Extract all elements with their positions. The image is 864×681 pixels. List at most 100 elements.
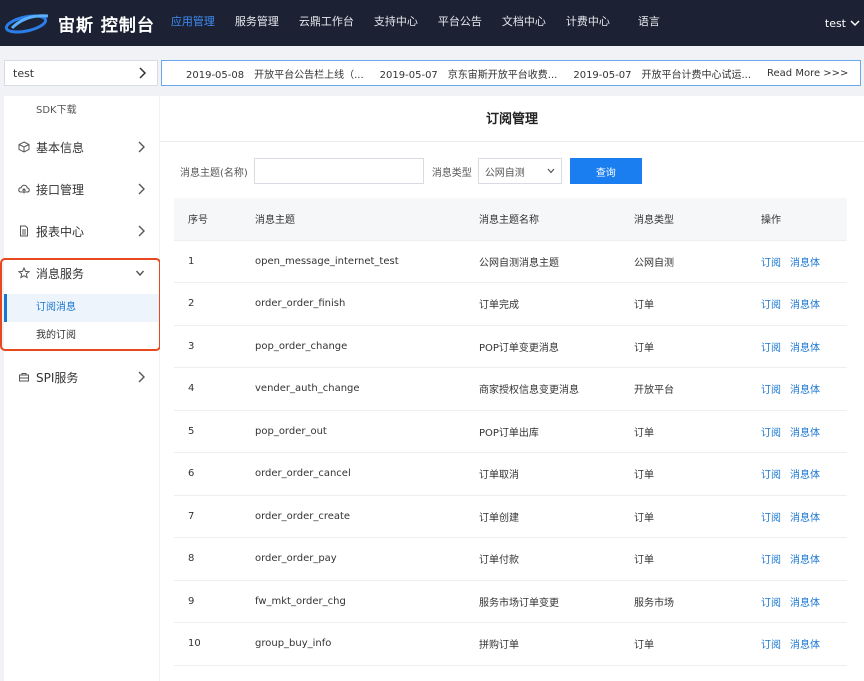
table-row: 7 order_order_create 订单创建 订单 订阅 消息体 <box>174 494 847 538</box>
page-title: 订阅管理 <box>160 96 864 142</box>
subscribe-link[interactable]: 订阅 <box>761 470 781 481</box>
row-index: 1 <box>174 239 255 283</box>
column-header: 消息主题 <box>255 198 479 240</box>
message-body-link[interactable]: 消息体 <box>790 598 820 609</box>
chevron-right-icon <box>138 141 145 153</box>
table-row: 4 vender_auth_change 商家授权信息变更消息 开放平台 订阅 消息体 <box>174 367 847 410</box>
nav-language[interactable]: 语言 <box>628 0 670 46</box>
nav-cloud-workbench[interactable]: 云鼎工作台 <box>289 0 364 46</box>
query-button[interactable]: 查询 <box>569 158 642 184</box>
nav-app-management[interactable]: 应用管理 <box>161 0 225 46</box>
filter-bar: 消息主题(名称) 消息类型 公网自测 查询 <box>180 158 642 184</box>
brand-logo[interactable]: 宙斯 控制台 <box>4 10 155 36</box>
message-body-link[interactable]: 消息体 <box>790 385 820 396</box>
row-index: 4 <box>174 367 255 410</box>
table-row: 6 order_order_cancel 订单取消 订单 订阅 消息体 <box>174 452 847 495</box>
subscribe-link[interactable]: 订阅 <box>761 343 781 354</box>
notice-item[interactable]: 2019-05-07 开放平台计费中心试运... <box>573 66 751 81</box>
message-body-link[interactable]: 消息体 <box>790 300 820 311</box>
row-index: 6 <box>174 452 255 495</box>
subscribe-link[interactable]: 订阅 <box>761 428 781 439</box>
sidebar-item-api-management[interactable]: 接口管理 <box>4 168 159 210</box>
row-index: 10 <box>174 622 255 666</box>
chevron-down-icon <box>547 168 555 174</box>
chevron-right-icon <box>138 183 145 195</box>
message-body-link[interactable]: 消息体 <box>790 513 820 524</box>
nav-service-management[interactable]: 服务管理 <box>225 0 289 46</box>
subscription-table: 序号 消息主题 消息主题名称 消息类型 操作 1 open_message_int… <box>174 198 847 666</box>
notice-item[interactable]: 2019-05-07 京东宙斯开放平台收费... <box>380 66 558 81</box>
briefcase-icon <box>19 373 29 382</box>
sidebar-item-label: SPI服务 <box>36 370 79 385</box>
message-topic-name: 订单取消 <box>479 452 634 495</box>
user-menu[interactable]: test <box>825 0 860 46</box>
message-topic-name: 商家授权信息变更消息 <box>479 367 634 410</box>
nav-docs-center[interactable]: 文档中心 <box>492 0 556 46</box>
subscribe-link[interactable]: 订阅 <box>761 555 781 566</box>
column-header: 序号 <box>174 198 255 240</box>
table-row: 5 pop_order_out POP订单出库 订单 订阅 消息体 <box>174 409 847 453</box>
row-actions: 订阅 消息体 <box>761 367 847 410</box>
row-index: 5 <box>174 409 255 453</box>
subscribe-link[interactable]: 订阅 <box>761 300 781 311</box>
message-type: 订单 <box>634 494 761 538</box>
sidebar-item-report-center[interactable]: 报表中心 <box>4 210 159 252</box>
row-actions: 订阅 消息体 <box>761 579 847 623</box>
subscribe-link[interactable]: 订阅 <box>761 598 781 609</box>
message-body-link[interactable]: 消息体 <box>790 555 820 566</box>
main-nav: 应用管理 服务管理 云鼎工作台 支持中心 平台公告 文档中心 计费中心 语言 <box>161 0 670 46</box>
message-topic-name: POP订单出库 <box>479 409 634 453</box>
chevron-down-icon <box>135 270 145 277</box>
message-type: 开放平台 <box>634 367 761 410</box>
message-body-link[interactable]: 消息体 <box>790 258 820 269</box>
app-selector[interactable]: test <box>4 60 158 86</box>
subscribe-link[interactable]: 订阅 <box>761 513 781 524</box>
row-actions: 订阅 消息体 <box>761 452 847 495</box>
user-name: test <box>824 16 846 30</box>
logo-icon <box>4 14 49 34</box>
message-topic-name: POP订单变更消息 <box>479 324 634 368</box>
row-actions: 订阅 消息体 <box>761 409 847 453</box>
sidebar-item-message-service[interactable]: 消息服务 <box>4 252 159 294</box>
sidebar-item-basic-info[interactable]: 基本信息 <box>4 126 159 168</box>
message-type: 订单 <box>634 324 761 368</box>
sidebar-item-sdk-download[interactable]: SDK下载 <box>4 96 159 126</box>
brand-name: 宙斯 控制台 <box>58 15 155 36</box>
sidebar-item-subscribe-message[interactable]: 订阅消息 <box>4 294 159 322</box>
nav-support-center[interactable]: 支持中心 <box>364 0 428 46</box>
message-body-link[interactable]: 消息体 <box>790 343 820 354</box>
topic-input[interactable] <box>253 158 424 184</box>
subscribe-link[interactable]: 订阅 <box>761 640 781 651</box>
row-actions: 订阅 消息体 <box>761 622 847 666</box>
message-topic: pop_order_change <box>255 324 479 368</box>
read-more-link[interactable]: Read More >>> <box>767 68 848 79</box>
type-select[interactable]: 公网自测 <box>477 158 562 184</box>
topic-label: 消息主题(名称) <box>180 167 248 179</box>
table-row: 1 open_message_internet_test 公网自测消息主题 公网自测订… <box>174 239 847 283</box>
cloud-upload-icon <box>18 184 30 194</box>
row-index: 8 <box>174 537 255 580</box>
sidebar-item-spi-service[interactable]: SPI服务 <box>4 356 159 398</box>
message-body-link[interactable]: 消息体 <box>790 428 820 439</box>
message-topic: order_order_create <box>255 494 479 538</box>
app-selector-value: test <box>13 66 35 80</box>
sidebar-item-label: 报表中心 <box>36 224 85 239</box>
nav-platform-notice[interactable]: 平台公告 <box>428 0 492 46</box>
subscribe-link[interactable]: 订阅 <box>761 258 781 269</box>
message-body-link[interactable]: 消息体 <box>790 640 820 651</box>
message-type: 订单 <box>634 452 761 495</box>
table-row: 10 group_buy_info 拼购订单 订单 订阅 消息体 <box>174 622 847 666</box>
notice-item[interactable]: 2019-05-08 开放平台公告栏上线（... <box>186 66 364 81</box>
chevron-right-icon <box>139 67 147 79</box>
table-row: 3 pop_order_change POP订单变更消息 订单 订阅 消息体 <box>174 324 847 368</box>
message-type: 订单 <box>634 537 761 580</box>
row-actions: 订阅 消息体 <box>761 324 847 368</box>
chevron-down-icon <box>850 20 860 27</box>
subscribe-link[interactable]: 订阅 <box>761 385 781 396</box>
nav-billing-center[interactable]: 计费中心 <box>556 0 620 46</box>
message-topic: fw_mkt_order_chg <box>255 579 479 623</box>
sidebar: SDK下载 基本信息 接口管理 报表中心 消息服务 订阅消息 我的订阅 SPI服… <box>4 96 159 681</box>
sidebar-item-my-subscriptions[interactable]: 我的订阅 <box>4 322 159 350</box>
message-type: 服务市场 <box>634 579 761 623</box>
message-body-link[interactable]: 消息体 <box>790 470 820 481</box>
